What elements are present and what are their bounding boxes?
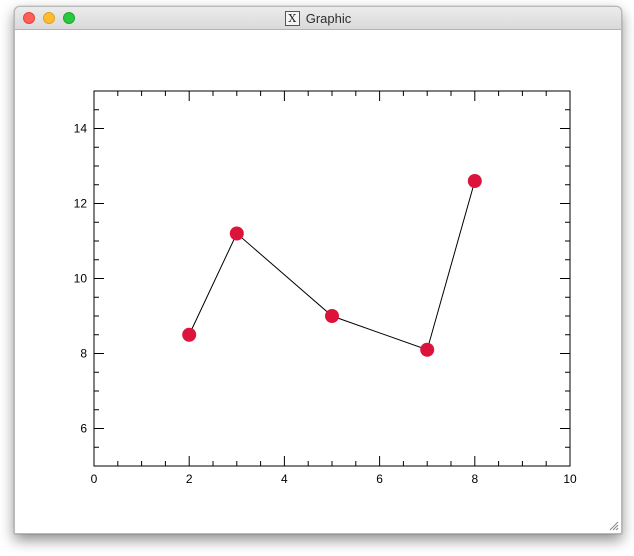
- x-tick-label: 10: [563, 472, 577, 486]
- resize-grip-icon[interactable]: [607, 519, 619, 531]
- x-tick-label: 8: [471, 472, 478, 486]
- data-point: [229, 226, 244, 241]
- y-tick-label: 6: [80, 422, 87, 436]
- data-point: [182, 327, 197, 342]
- plot-frame: [93, 90, 571, 467]
- x-tick-label: 4: [281, 472, 288, 486]
- data-point: [467, 174, 482, 188]
- y-tick-label: 14: [74, 122, 88, 136]
- x-tick-label: 6: [376, 472, 383, 486]
- y-tick-label: 8: [80, 347, 87, 361]
- y-tick-label: 12: [74, 197, 88, 211]
- y-tick-label: 10: [74, 272, 88, 286]
- data-point: [325, 309, 339, 323]
- line-plot: 0 2 4 6 8 10 6 8 10 12 14: [74, 90, 577, 486]
- series-line: [188, 180, 476, 351]
- x-tick-label: 2: [186, 472, 193, 486]
- x-tick-label: 0: [91, 472, 98, 486]
- data-point: [420, 342, 435, 357]
- graphic-window: X Graphic 0 2 4 6 8 10 6 8 10 12 14: [14, 6, 622, 534]
